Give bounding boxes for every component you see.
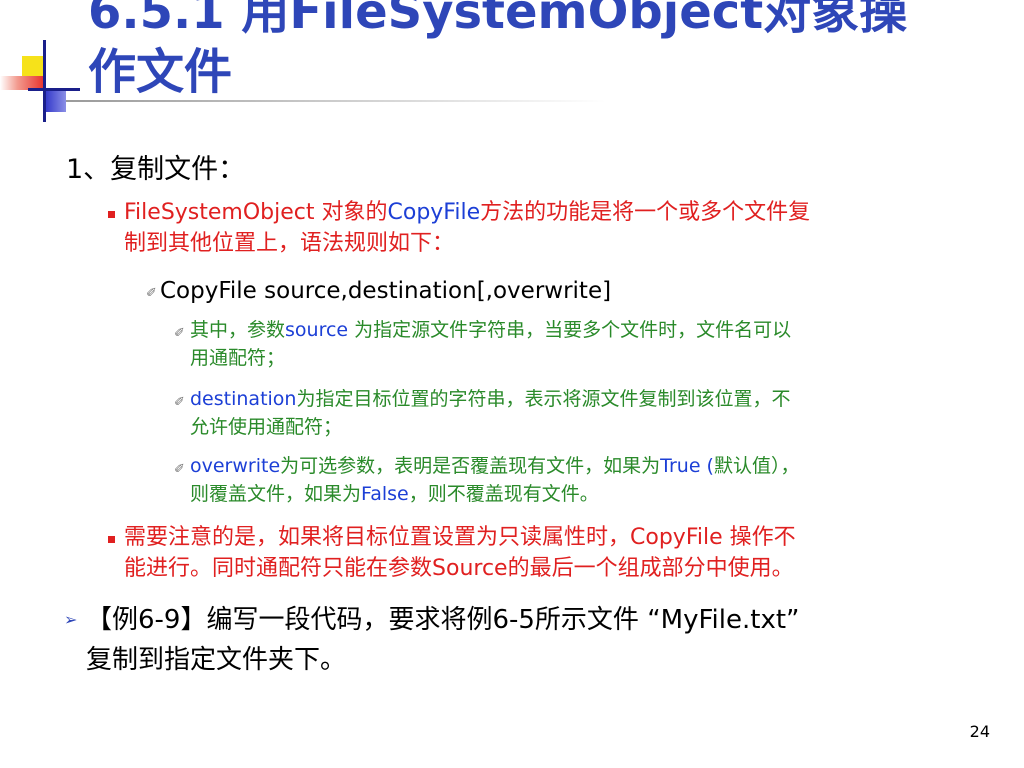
text-note-source: Source	[432, 556, 508, 581]
text-overwrite-d: 默认值），	[713, 455, 800, 477]
text-source-c: 为指定源文件字符串，当要多个文件时，文件名可以	[348, 319, 792, 341]
text-source-keyword: source	[285, 319, 349, 341]
example-paragraph: 【例6-9】编写一段代码，要求将例6-5所示文件 “MyFile.txt” 复制…	[86, 600, 1006, 680]
pen-bullet-icon: ✐	[174, 395, 185, 410]
text-false-keyword: False	[361, 483, 409, 505]
syntax-line: CopyFile source,destination[,overwrite]	[160, 278, 612, 304]
text-true-keyword: True (	[660, 455, 714, 477]
slide-body: 1、复制文件： FileSystemObject 对象的CopyFile方法的功…	[0, 0, 1024, 768]
pen-bullet-icon: ✐	[146, 286, 157, 301]
text-overwrite-line2c: ，则不覆盖现有文件。	[408, 483, 599, 505]
page-number: 24	[969, 722, 990, 741]
example-line-1: 【例6-9】编写一段代码，要求将例6-5所示文件 “MyFile.txt”	[86, 605, 800, 635]
text-note-line2a: 能进行。同时通配符只能在参数	[124, 556, 433, 581]
example-line-2: 复制到指定文件夹下。	[86, 645, 347, 675]
text-overwrite-keyword: overwrite	[190, 455, 281, 477]
copyfile-description: FileSystemObject 对象的CopyFile方法的功能是将一个或多个…	[124, 197, 984, 259]
text-destination-b: 为指定目标位置的字符串，表示将源文件复制到该位置，不	[296, 388, 791, 410]
destination-param-item: destination为指定目标位置的字符串，表示将源文件复制到该位置，不 允许…	[190, 385, 1000, 441]
text-destination-line2: 允许使用通配符；	[190, 416, 343, 438]
text-overwrite-line2a: 则覆盖文件，如果为	[190, 483, 362, 505]
note-paragraph: 需要注意的是，如果将目标位置设置为只读属性时，CopyFile 操作不 能进行。…	[124, 522, 994, 584]
text-note-a: 需要注意的是，如果将目标位置设置为只读属性时，	[124, 525, 631, 550]
overwrite-param-item: overwrite为可选参数，表明是否覆盖现有文件，如果为True (默认值），…	[190, 452, 1010, 508]
text-copyfile: CopyFile	[387, 200, 481, 225]
text-destination-keyword: destination	[190, 388, 297, 410]
text-overwrite-b: 为可选参数，表明是否覆盖现有文件，如果为	[280, 455, 661, 477]
pen-bullet-icon: ✐	[174, 462, 185, 477]
pen-bullet-icon: ✐	[174, 326, 185, 341]
text-note-line2c: 的最后一个组成部分中使用。	[507, 556, 794, 581]
triangle-bullet-icon: ➢	[64, 610, 78, 629]
section-heading: 1、复制文件：	[66, 154, 246, 185]
text-source-line2: 用通配符；	[190, 347, 286, 369]
text-note-copyfile: CopyFile	[630, 525, 723, 550]
text-fso: FileSystemObject 对象的	[124, 200, 388, 225]
text-desc-line2: 制到其他位置上，语法规则如下：	[124, 231, 455, 256]
text-desc: 方法的功能是将一个或多个文件复	[480, 200, 811, 225]
square-bullet-icon	[108, 211, 115, 218]
source-param-item: 其中，参数source 为指定源文件字符串，当要多个文件时，文件名可以 用通配符…	[190, 316, 1000, 372]
text-source-a: 其中，参数	[190, 319, 286, 341]
text-note-c: 操作不	[722, 525, 796, 550]
square-bullet-icon	[108, 536, 115, 543]
